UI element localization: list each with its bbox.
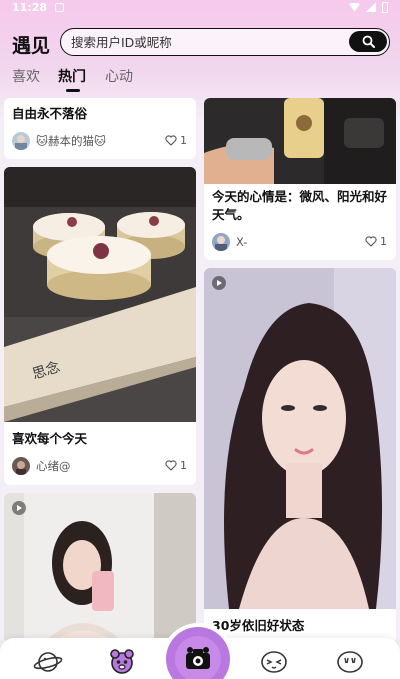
like-count: 1 (180, 459, 187, 472)
like-count: 1 (380, 235, 387, 248)
active-tab-indicator (66, 89, 80, 92)
header: 遇见 (0, 26, 400, 58)
avatar[interactable] (212, 233, 230, 251)
wifi-icon (349, 2, 360, 12)
search-bar[interactable] (60, 28, 390, 56)
feed-card[interactable]: 自由永不落俗 🐱赫本的猫🐱 1 (4, 98, 196, 159)
nav-discover[interactable] (32, 648, 64, 676)
heart-icon (165, 135, 177, 146)
tab-hot[interactable]: 热门 (58, 66, 86, 86)
card-image[interactable]: 思念 (4, 167, 196, 422)
search-icon (362, 35, 375, 48)
card-image[interactable] (204, 98, 396, 184)
video-play-icon (12, 501, 26, 515)
card-image[interactable] (4, 493, 196, 643)
tab-like[interactable]: 喜欢 (12, 66, 40, 86)
battery-icon (382, 1, 388, 13)
avatar[interactable] (12, 457, 30, 475)
profile-face-icon (337, 651, 363, 673)
mascot-icon (110, 649, 134, 674)
card-title: 自由永不落俗 (12, 106, 88, 121)
status-time: 11:28 (12, 0, 48, 14)
like-button[interactable]: 1 (365, 235, 387, 248)
heart-icon (365, 236, 377, 247)
search-button[interactable] (349, 31, 387, 52)
chat-face-icon (261, 651, 287, 673)
like-button[interactable]: 1 (165, 134, 187, 147)
card-title: 今天的心情是：微风、阳光和好天气。 (212, 189, 388, 222)
feed-card[interactable]: 今天的心情是：微风、阳光和好天气。 X- 1 (204, 98, 396, 260)
video-play-icon (212, 276, 226, 290)
tab-bar: 喜欢 热门 心动 (0, 66, 400, 92)
nav-home[interactable] (106, 648, 138, 676)
feed-card[interactable]: 思念 喜欢每个今天 心绪@ 1 (4, 167, 196, 485)
avatar[interactable] (12, 132, 30, 150)
author-name: 心绪@ (36, 459, 71, 473)
camera-icon (186, 647, 210, 669)
card-author[interactable]: 心绪@ (12, 457, 71, 475)
card-title: 30岁依旧好状态 (212, 618, 305, 633)
tab-heartbeat[interactable]: 心动 (105, 66, 133, 86)
notification-icon (55, 2, 65, 12)
like-button[interactable]: 1 (165, 459, 187, 472)
like-count: 1 (180, 134, 187, 147)
card-author[interactable]: 🐱赫本的猫🐱 (12, 132, 106, 150)
status-bar: 11:28 (0, 0, 400, 14)
card-author[interactable]: X- (212, 233, 247, 251)
feed-card[interactable] (4, 493, 196, 643)
nav-publish-inner (175, 636, 221, 679)
card-image[interactable] (204, 268, 396, 609)
card-title: 喜欢每个今天 (12, 431, 88, 446)
nav-profile[interactable] (334, 648, 366, 676)
author-name: 🐱赫本的猫🐱 (36, 134, 106, 148)
page-title: 遇见 (12, 35, 51, 57)
signal-icon (366, 2, 376, 12)
author-name: X- (236, 235, 248, 249)
nav-messages[interactable] (258, 648, 290, 676)
planet-icon (33, 652, 63, 672)
feed-card[interactable]: 30岁依旧好状态 (204, 268, 396, 643)
heart-icon (165, 460, 177, 471)
search-input[interactable] (71, 33, 341, 51)
